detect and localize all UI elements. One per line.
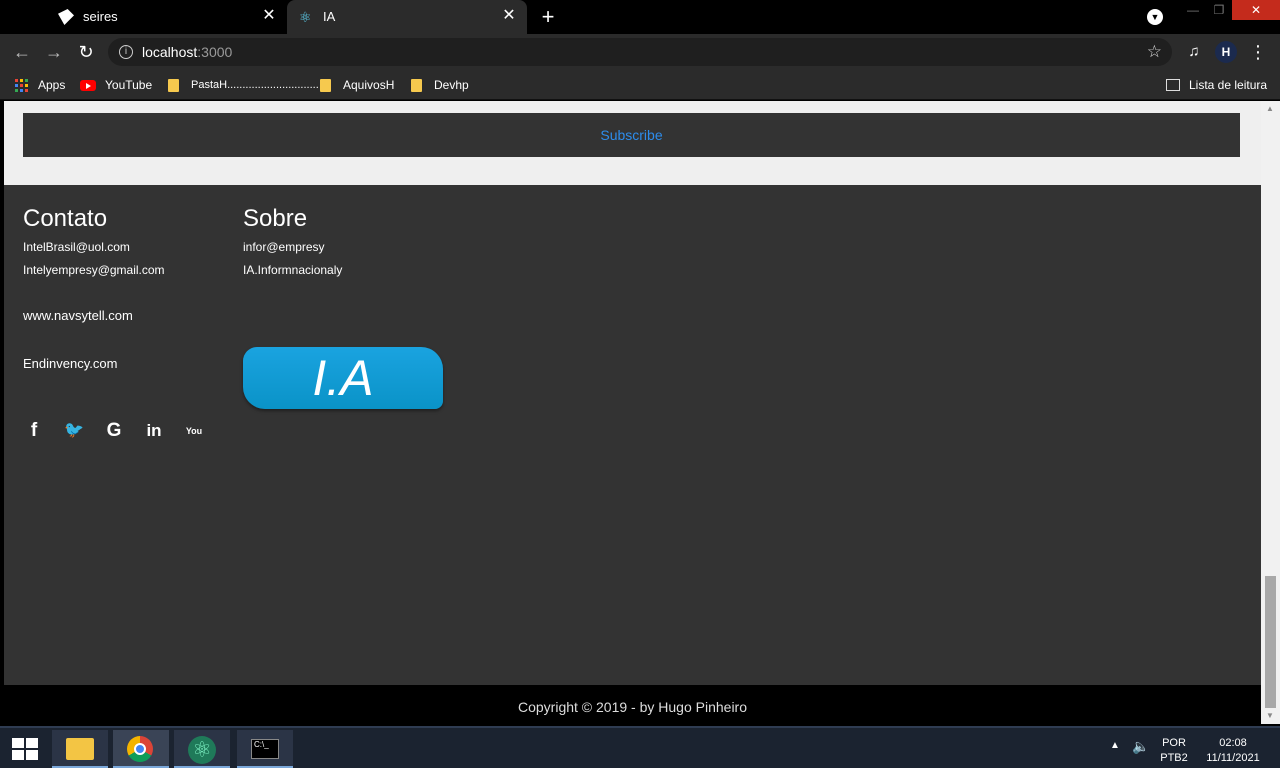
scroll-up-arrow-icon[interactable]: ▲ <box>1266 104 1274 113</box>
volume-icon[interactable]: 🔈 <box>1132 738 1149 755</box>
terminal-icon[interactable]: C:\_ <box>237 730 293 768</box>
scroll-down-arrow-icon[interactable]: ▼ <box>1266 711 1274 720</box>
youtube-icon <box>80 79 96 91</box>
clock[interactable]: 02:08 11/11/2021 <box>1200 736 1266 766</box>
tab-search-icon[interactable]: ▼ <box>1147 9 1163 25</box>
bookmark-star-icon[interactable]: ☆ <box>1147 42 1162 62</box>
reload-icon[interactable]: ↻ <box>74 40 98 64</box>
copyright-bar: Copyright © 2019 - by Hugo Pinheiro <box>4 685 1261 724</box>
bookmark-aquivosh[interactable]: AquivosH <box>320 76 394 94</box>
browser-toolbar: ← → ↻ i localhost:3000 ☆ ♫ H ⋮ <box>0 34 1280 70</box>
forward-arrow-icon[interactable]: → <box>42 40 66 64</box>
scroll-thumb[interactable] <box>1265 576 1276 708</box>
folder-icon <box>411 78 422 92</box>
tab-ia[interactable]: ⚛ IA ✕ <box>287 0 527 34</box>
profile-initial: H <box>1221 45 1231 59</box>
bookmark-pastah[interactable]: PastaH.............................. <box>168 76 319 94</box>
new-tab-button[interactable]: + <box>537 6 559 28</box>
contato-heading: Contato <box>23 205 108 232</box>
atom-editor-icon[interactable]: ⚛ <box>174 730 230 768</box>
close-window-button[interactable]: ✕ <box>1232 0 1280 20</box>
ia-logo: I.A <box>243 347 443 409</box>
facebook-icon[interactable]: f <box>20 417 50 446</box>
tab-seires[interactable]: seires ✕ <box>0 0 287 34</box>
back-arrow-icon[interactable]: ← <box>10 40 34 64</box>
url-host: localhost <box>142 44 198 60</box>
bookmark-label: PastaH.............................. <box>191 79 319 91</box>
profile-avatar[interactable]: H <box>1215 41 1237 63</box>
input-language[interactable]: POR PTB2 <box>1156 736 1192 766</box>
keyboard-layout: PTB2 <box>1160 752 1188 764</box>
url-text: localhost:3000 <box>142 44 232 60</box>
page-viewport: Subscribe Contato IntelBrasil@uol.com In… <box>4 101 1261 724</box>
bookmarks-bar: Apps YouTube PastaH.....................… <box>0 70 1280 100</box>
windows-taskbar: ⚛ C:\_ ▲ 🔈 POR PTB2 02:08 11/11/2021 <box>0 726 1280 768</box>
kebab-menu-icon[interactable]: ⋮ <box>1246 40 1270 64</box>
folder-icon <box>168 78 179 92</box>
folder-icon <box>320 78 331 92</box>
tab-title: seires <box>83 9 118 24</box>
google-icon[interactable]: G <box>100 417 130 446</box>
contact-email[interactable]: IntelBrasil@uol.com <box>23 240 130 254</box>
sobre-heading: Sobre <box>243 205 308 232</box>
bookmark-label: AquivosH <box>343 78 395 92</box>
linkedin-icon[interactable]: in <box>140 417 170 446</box>
clock-time: 02:08 <box>1219 737 1247 749</box>
close-icon[interactable]: ✕ <box>501 8 517 24</box>
tab-title: IA <box>323 9 336 24</box>
info-icon[interactable]: i <box>119 45 133 59</box>
media-control-icon[interactable]: ♫ <box>1182 40 1206 64</box>
close-icon[interactable]: ✕ <box>261 8 277 24</box>
bookmark-label: YouTube <box>105 78 153 92</box>
tab-strip: ◀ seires ✕ ⚛ IA ✕ + ▼ — ❐ ✕ <box>0 0 1280 34</box>
reading-list-icon <box>1166 79 1180 91</box>
minimize-button[interactable]: — <box>1180 0 1206 20</box>
contact-link[interactable]: www.navsytell.com <box>23 308 133 323</box>
youtube-icon[interactable]: You <box>180 417 210 446</box>
windows-start-icon[interactable] <box>12 738 38 760</box>
sobre-item: IA.Informnacionaly <box>243 263 343 277</box>
bookmark-youtube[interactable]: YouTube <box>80 76 152 94</box>
contact-email[interactable]: Intelyempresy@gmail.com <box>23 263 165 277</box>
twitter-icon[interactable]: 🐦 <box>60 417 90 446</box>
reading-list-label: Lista de leitura <box>1189 78 1268 92</box>
footer: Contato IntelBrasil@uol.com Intelyempres… <box>4 185 1261 685</box>
file-explorer-icon[interactable] <box>52 730 108 768</box>
apps-grid-icon <box>15 78 28 92</box>
address-bar[interactable]: i localhost:3000 ☆ <box>108 38 1172 66</box>
contact-link[interactable]: Endinvency.com <box>23 356 117 371</box>
maximize-button[interactable]: ❐ <box>1206 0 1232 20</box>
url-port: :3000 <box>197 44 233 60</box>
language-code: POR <box>1162 737 1186 749</box>
tray-overflow-icon[interactable]: ▲ <box>1110 740 1120 751</box>
bookmark-devhp[interactable]: Devhp <box>411 76 469 94</box>
page-scrollbar[interactable]: ▲ ▼ <box>1261 101 1280 724</box>
subscribe-button[interactable]: Subscribe <box>23 113 1240 157</box>
bookmark-label: Devhp <box>434 78 469 92</box>
bookmark-label: Apps <box>38 78 66 92</box>
sobre-item: infor@empresy <box>243 240 325 254</box>
react-icon: ⚛ <box>299 9 312 25</box>
clock-date: 11/11/2021 <box>1206 752 1260 764</box>
bookmark-apps[interactable]: Apps <box>15 76 65 94</box>
tab-favicon-icon <box>58 9 74 25</box>
chrome-icon[interactable] <box>113 730 169 768</box>
reading-list-button[interactable]: Lista de leitura <box>1166 76 1267 94</box>
